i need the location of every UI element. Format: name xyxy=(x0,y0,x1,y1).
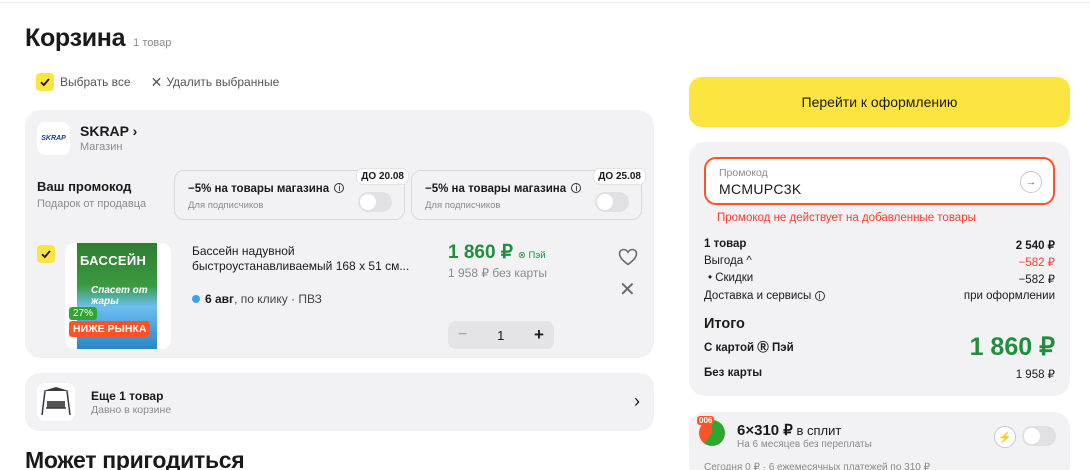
page-header: Корзина 1 товар xyxy=(25,24,171,53)
summary-discounts-row: • Скидки −582 ₽ xyxy=(704,272,1055,286)
check-icon xyxy=(40,78,50,87)
summary-benefit-row[interactable]: Выгода ^ −582 ₽ xyxy=(704,255,1055,269)
page-title: Корзина xyxy=(25,24,126,52)
delivery-info: 6 авг, по клику · ПВЗ xyxy=(192,292,322,306)
more-items-subtitle: Давно в корзине xyxy=(91,404,172,416)
coupon-label: −5% на товары магазина i xyxy=(188,183,345,195)
swing-image-icon xyxy=(41,387,71,416)
benefit-label[interactable]: Выгода ^ xyxy=(704,255,752,269)
more-items-title: Еще 1 товар xyxy=(91,389,164,403)
split-amount: 6×310 ₽ в сплит xyxy=(737,422,842,439)
promo-code-field[interactable]: Промокод MCMUPC3K → xyxy=(704,157,1055,205)
coupon-card[interactable]: −5% на товары магазина i Для подписчиков… xyxy=(411,169,645,220)
delivery-services-value: при оформлении xyxy=(963,290,1055,302)
coupon-toggle[interactable] xyxy=(595,192,629,212)
product-image-slogan: Спасет от жары xyxy=(91,285,148,307)
product-image-title: БАССЕЙН xyxy=(80,253,147,268)
info-icon[interactable]: i xyxy=(334,183,345,193)
quantity-value: 1 xyxy=(497,327,505,343)
check-icon xyxy=(41,250,51,259)
bulk-actions: Выбрать все ✕ Удалить выбранные xyxy=(36,73,279,91)
card-total-label: С картой Ⓡ Пэй xyxy=(704,342,794,354)
delivery-services: Доставка и сервисы i xyxy=(704,290,825,302)
top-divider xyxy=(0,0,1090,3)
select-all-checkbox[interactable] xyxy=(36,73,54,91)
discounts-value: −582 ₽ xyxy=(1018,274,1055,286)
items-value: 2 540 ₽ xyxy=(1015,240,1055,252)
split-logo-icon: 006 xyxy=(697,416,725,446)
total-title: Итого xyxy=(704,316,745,332)
no-card-total-row: Без карты 1 958 ₽ xyxy=(704,367,1055,381)
close-icon: ✕ xyxy=(150,73,163,90)
shop-name-link[interactable]: SKRAP › xyxy=(80,123,137,139)
promo-code-label: Промокод xyxy=(719,167,768,179)
heart-icon[interactable] xyxy=(618,248,638,266)
coupon-deadline-badge: ДО 25.08 xyxy=(594,169,645,184)
benefit-value: −582 ₽ xyxy=(1018,257,1055,269)
magic-wand-icon[interactable]: ⚡ xyxy=(994,426,1016,448)
product-image[interactable]: БАССЕЙН Спасет от жары 27% НИЖЕ РЫНКА xyxy=(65,243,171,349)
apply-arrow-icon[interactable]: → xyxy=(1020,171,1042,193)
items-label: 1 товар xyxy=(704,238,747,250)
item-checkbox[interactable] xyxy=(37,245,55,263)
card-price: 1 860 ₽ xyxy=(448,242,513,263)
delivery-date: 6 авг xyxy=(205,292,235,306)
delivery-method: , по клику · ПВЗ xyxy=(234,292,322,306)
discount-badge: 27% xyxy=(69,307,98,320)
shop-logo[interactable]: SKRAP xyxy=(37,122,70,155)
no-card-label: Без карты xyxy=(704,367,763,379)
product-price: 1 860 ₽ ⊗ Пэй xyxy=(448,241,546,264)
below-market-badge: НИЖЕ РЫНКА xyxy=(69,321,151,337)
no-card-value: 1 958 ₽ xyxy=(1015,369,1055,381)
select-all-label[interactable]: Выбрать все xyxy=(60,75,131,89)
pay-card-label: ⊗ Пэй xyxy=(517,250,546,261)
order-summary: Промокод MCMUPC3K → Промокод не действуе… xyxy=(689,142,1070,396)
split-schedule: Сегодня 0 ₽ · 6 ежемесячных платежей по … xyxy=(704,462,930,470)
card-total-row: С картой Ⓡ Пэй 1 860 ₽ xyxy=(704,332,1055,362)
product-title-link[interactable]: Бассейн надувной быстроустанавливаемый 1… xyxy=(192,244,427,274)
split-payment-card[interactable]: 006 6×310 ₽ в сплит На 6 месяцев без пер… xyxy=(689,412,1070,470)
decrease-button[interactable]: − xyxy=(458,326,467,344)
remove-item-icon[interactable]: ✕ xyxy=(619,280,636,300)
more-item-thumbnail xyxy=(37,383,75,421)
checkout-button[interactable]: Перейти к оформлению xyxy=(689,77,1070,127)
delivery-dot-icon xyxy=(192,295,200,303)
coupon-card[interactable]: −5% на товары магазина i Для подписчиков… xyxy=(174,169,408,220)
info-icon[interactable]: i xyxy=(571,183,582,193)
shop-type: Магазин xyxy=(80,141,123,153)
card-total-value: 1 860 ₽ xyxy=(969,333,1055,361)
quantity-stepper: − 1 + xyxy=(448,321,554,349)
chevron-right-icon: › xyxy=(634,391,640,411)
price-without-card: 1 958 ₽ без карты xyxy=(448,266,548,280)
discounts-label: • Скидки xyxy=(708,272,754,284)
summary-items-row: 1 товар 2 540 ₽ xyxy=(704,238,1055,252)
coupon-toggle[interactable] xyxy=(358,192,392,212)
coupon-sub: Для подписчиков xyxy=(425,200,501,211)
increase-button[interactable]: + xyxy=(534,325,544,345)
more-items-row[interactable]: Еще 1 товар Давно в корзине › xyxy=(25,373,654,431)
promo-error: Промокод не действует на добавленные тов… xyxy=(717,212,976,224)
promo-subtitle: Подарок от продавца xyxy=(37,198,147,210)
item-count: 1 товар xyxy=(133,37,172,49)
coupon-deadline-badge: ДО 20.08 xyxy=(357,169,408,184)
promo-code-value[interactable]: MCMUPC3K xyxy=(719,181,802,197)
summary-delivery-row: Доставка и сервисы i при оформлении xyxy=(704,290,1055,302)
split-toggle[interactable] xyxy=(1022,426,1056,446)
shop-cart-card: SKRAP SKRAP › Магазин Ваш промокод Подар… xyxy=(25,110,654,358)
promo-title: Ваш промокод xyxy=(37,179,132,194)
coupon-label: −5% на товары магазина i xyxy=(425,183,582,195)
info-icon[interactable]: i xyxy=(814,291,825,301)
delete-selected-button[interactable]: Удалить выбранные xyxy=(166,75,279,89)
section-title: Может пригодиться xyxy=(25,447,245,470)
coupon-sub: Для подписчиков xyxy=(188,200,264,211)
split-subtitle: На 6 месяцев без переплаты xyxy=(737,439,872,450)
